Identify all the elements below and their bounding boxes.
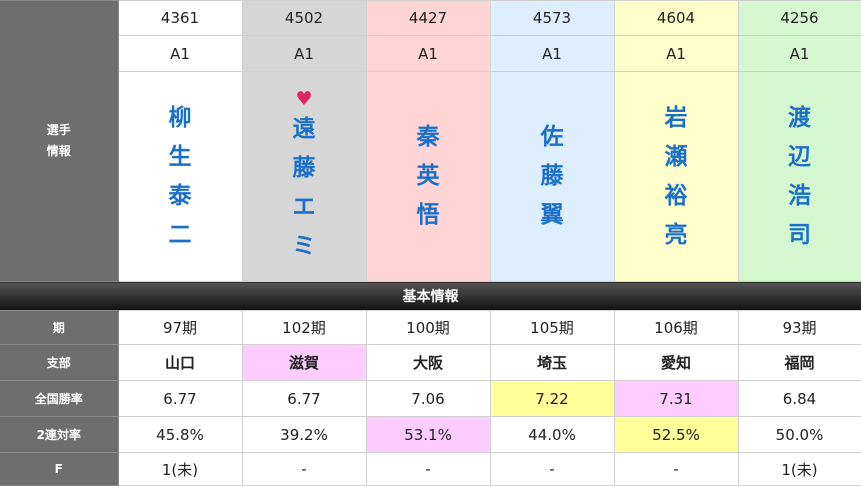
racer-name[interactable]: 佐藤翼	[539, 118, 565, 235]
racer-class: A1	[241, 35, 367, 72]
racer-name[interactable]: 渡辺浩司	[787, 99, 813, 255]
quinella-rate-label: 2連対率	[0, 416, 119, 453]
win-rate-row: 全国勝率 6.77 6.77 7.06 7.22 7.31 6.84	[0, 380, 861, 417]
racer-win-rate: 6.77	[241, 380, 367, 417]
basic-info-header-row: 基本情報	[0, 281, 861, 311]
flying-row: F 1(未) - - - - 1(未)	[0, 452, 861, 486]
racer-term: 97期	[117, 310, 243, 345]
racer-branch: 愛知	[613, 344, 739, 381]
racer-class: A1	[117, 35, 243, 72]
heart-icon: ♥	[295, 87, 313, 110]
racer-info-table: 選手 情報 4361 4502 4427 4573 4604 4256 A1 A…	[0, 0, 861, 486]
racer-number: 4361	[117, 0, 243, 36]
racer-branch: 山口	[117, 344, 243, 381]
racer-flying: -	[241, 452, 367, 486]
racer-quinella-rate: 50.0%	[737, 416, 861, 453]
section-title: 基本情報	[0, 281, 861, 311]
racer-name-cell[interactable]: 渡辺浩司	[737, 71, 861, 282]
racer-term: 102期	[241, 310, 367, 345]
racer-win-rate: 7.31	[613, 380, 739, 417]
racer-number-row: 選手 情報 4361 4502 4427 4573 4604 4256	[0, 0, 861, 282]
racer-branch: 埼玉	[489, 344, 615, 381]
racer-quinella-rate: 39.2%	[241, 416, 367, 453]
racer-name-cell[interactable]: 岩瀬裕亮	[613, 71, 739, 282]
racer-quinella-rate: 44.0%	[489, 416, 615, 453]
racer-win-rate: 7.22	[489, 380, 615, 417]
term-label: 期	[0, 310, 119, 345]
racer-name-row: 柳生泰二 ♥ 遠藤エミ 秦英悟 佐藤翼 岩瀬裕亮 渡辺浩司	[0, 71, 861, 282]
racer-name-cell[interactable]: ♥ 遠藤エミ	[241, 71, 367, 282]
racer-class: A1	[613, 35, 739, 72]
racer-branch: 福岡	[737, 344, 861, 381]
racer-quinella-rate: 52.5%	[613, 416, 739, 453]
racer-number: 4502	[241, 0, 367, 36]
racer-number: 4427	[365, 0, 491, 36]
racer-quinella-rate: 53.1%	[365, 416, 491, 453]
branch-row: 支部 山口 滋賀 大阪 埼玉 愛知 福岡	[0, 344, 861, 381]
win-rate-label: 全国勝率	[0, 380, 119, 417]
racer-flying: -	[365, 452, 491, 486]
racer-term: 105期	[489, 310, 615, 345]
racer-quinella-rate: 45.8%	[117, 416, 243, 453]
player-info-label-text: 選手 情報	[46, 123, 71, 158]
racer-number: 4256	[737, 0, 861, 36]
racer-term: 100期	[365, 310, 491, 345]
player-info-label: 選手 情報	[0, 0, 119, 282]
racer-name[interactable]: 遠藤エミ	[291, 110, 317, 266]
racer-name-cell[interactable]: 秦英悟	[365, 71, 491, 282]
branch-label: 支部	[0, 344, 119, 381]
racer-name-cell[interactable]: 佐藤翼	[489, 71, 615, 282]
racer-name-cell[interactable]: 柳生泰二	[117, 71, 243, 282]
racer-term: 106期	[613, 310, 739, 345]
racer-name[interactable]: 岩瀬裕亮	[663, 99, 689, 255]
racer-class: A1	[365, 35, 491, 72]
racer-term: 93期	[737, 310, 861, 345]
term-row: 期 97期 102期 100期 105期 106期 93期	[0, 310, 861, 345]
racer-win-rate: 6.84	[737, 380, 861, 417]
racer-win-rate: 7.06	[365, 380, 491, 417]
racer-branch: 大阪	[365, 344, 491, 381]
racer-branch: 滋賀	[241, 344, 367, 381]
racer-flying: 1(未)	[117, 452, 243, 486]
racer-win-rate: 6.77	[117, 380, 243, 417]
racer-name[interactable]: 秦英悟	[415, 118, 441, 235]
racer-class-row: A1 A1 A1 A1 A1 A1	[0, 35, 861, 72]
racer-flying: -	[613, 452, 739, 486]
flying-label: F	[0, 452, 119, 486]
quinella-rate-row: 2連対率 45.8% 39.2% 53.1% 44.0% 52.5% 50.0%	[0, 416, 861, 453]
racer-number: 4604	[613, 0, 739, 36]
racer-number: 4573	[489, 0, 615, 36]
racer-class: A1	[737, 35, 861, 72]
racer-name[interactable]: 柳生泰二	[167, 99, 193, 255]
racer-class: A1	[489, 35, 615, 72]
racer-flying: -	[489, 452, 615, 486]
racer-flying: 1(未)	[737, 452, 861, 486]
